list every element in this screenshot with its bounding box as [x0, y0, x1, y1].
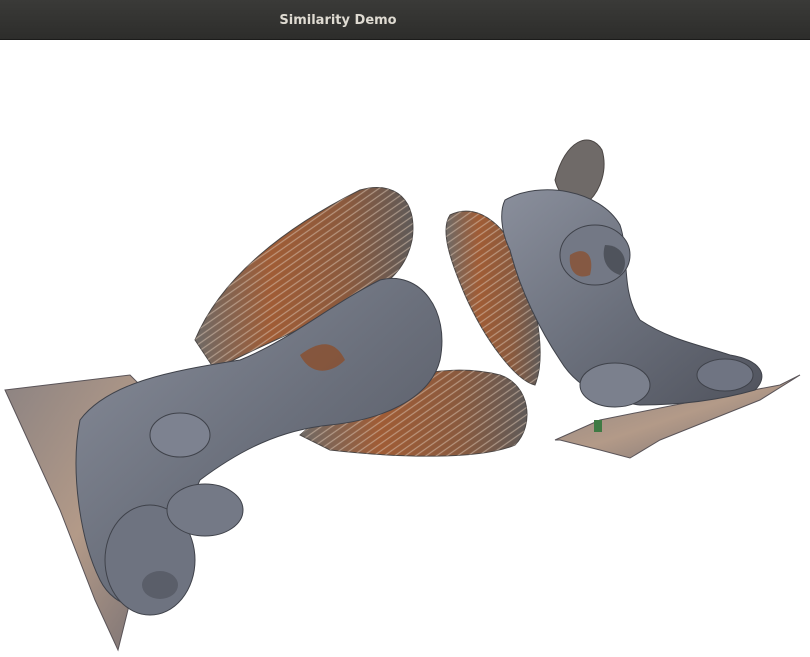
- window-titlebar[interactable]: Similarity Demo: [0, 0, 810, 40]
- window-title: Similarity Demo: [279, 13, 397, 28]
- left-model-claw-back: [149, 412, 211, 458]
- right-model-green-marker: [594, 420, 602, 432]
- right-model-foot: [696, 358, 754, 392]
- app-window: Similarity Demo: [0, 0, 810, 657]
- right-model-claw: [579, 362, 651, 408]
- left-model-claw-front: [166, 483, 244, 537]
- left-griffin-model[interactable]: [4, 186, 528, 652]
- 3d-viewport[interactable]: [0, 40, 810, 657]
- viewport-canvas[interactable]: [0, 40, 810, 657]
- left-model-beak: [142, 571, 178, 599]
